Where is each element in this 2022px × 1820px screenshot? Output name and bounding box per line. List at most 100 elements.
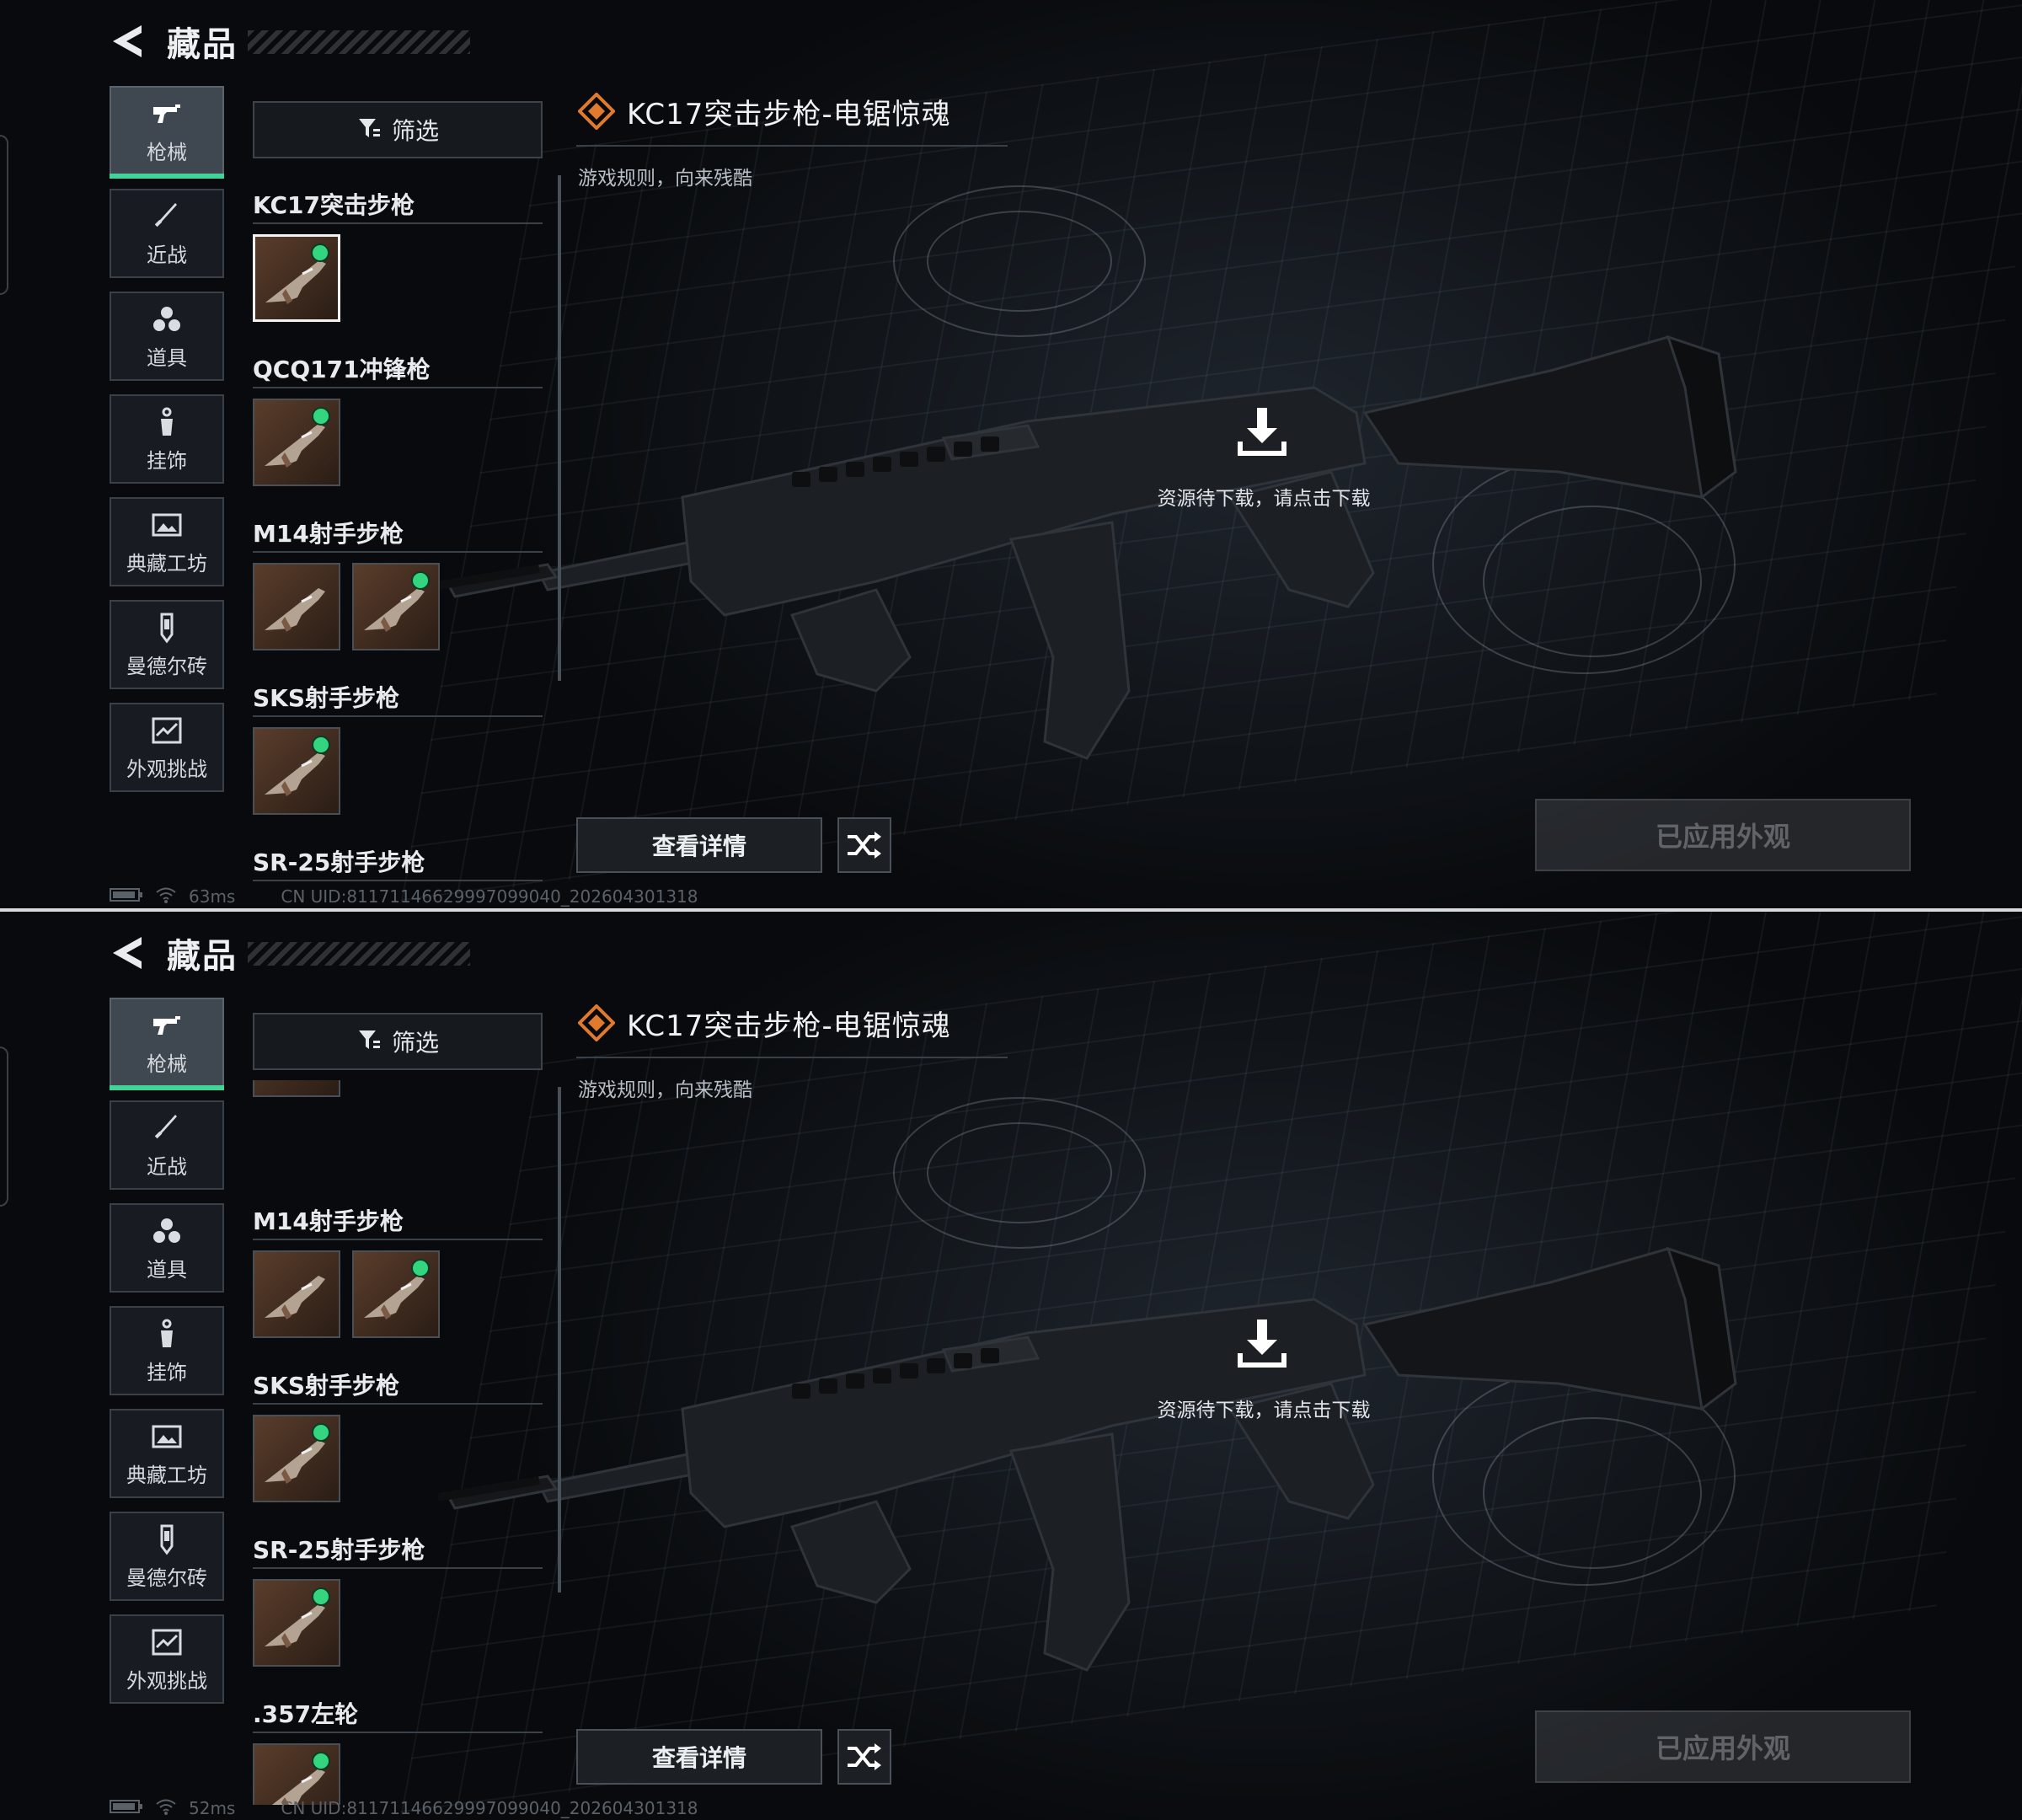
skin-name-underline [576, 145, 1008, 147]
category-label: 近战 [147, 243, 187, 267]
skin-name-underline [576, 1057, 1008, 1058]
skin-subtitle: 游戏规则，向来残酷 [578, 168, 752, 190]
grenades-icon [150, 1214, 184, 1248]
collection-screen-bottom: 藏品枪械近战道具挂饰典藏工坊曼德尔砖外观挑战 筛选 M14射手步枪 SKS射手步枪 SR… [0, 912, 2022, 1820]
page-title: 藏品 [167, 25, 238, 64]
group-divider [253, 1403, 543, 1405]
filter-icon [356, 1027, 382, 1056]
group-divider [253, 1239, 543, 1240]
knife-icon [150, 200, 184, 233]
filter-button[interactable]: 筛选 [253, 101, 543, 158]
group-divider [253, 551, 543, 553]
equipped-indicator [411, 1259, 430, 1277]
category-label: 挂饰 [147, 1360, 187, 1384]
skin-thumbnail[interactable] [253, 1743, 340, 1805]
filter-icon [356, 115, 382, 144]
download-icon[interactable] [1235, 1316, 1289, 1370]
list-scroll-divider [558, 175, 561, 681]
category-tab[interactable]: 道具 [110, 292, 224, 381]
equipped-indicator [312, 1752, 330, 1770]
download-icon[interactable] [1235, 404, 1289, 458]
group-divider [253, 387, 543, 388]
category-tab[interactable]: 道具 [110, 1203, 224, 1293]
status-bar: 63ms CN UID:81171146629997099040_20260430… [110, 886, 698, 907]
group-divider [253, 222, 543, 224]
weapon-preview [437, 1131, 1870, 1737]
skin-thumbnail[interactable] [352, 1250, 440, 1338]
rarity-diamond-icon [577, 1004, 616, 1042]
skin-thumbnail[interactable] [253, 727, 340, 815]
weapon-group-title: SKS射手步枪 [253, 1372, 400, 1400]
download-hint[interactable]: 资源待下载，请点击下载 [1146, 482, 1382, 511]
ping-readout: 63ms [189, 886, 236, 907]
applied-appearance-button: 已应用外观 [1535, 1710, 1911, 1783]
category-label: 道具 [147, 1257, 187, 1282]
side-handle [0, 135, 8, 295]
challenge-icon [150, 1625, 184, 1659]
category-label: 外观挑战 [126, 1668, 207, 1693]
category-label: 挂饰 [147, 448, 187, 473]
group-divider [253, 1732, 543, 1733]
shuffle-button[interactable] [837, 817, 891, 873]
category-tab[interactable]: 曼德尔砖 [110, 600, 224, 689]
charm-icon [150, 405, 184, 439]
category-label: 曼德尔砖 [126, 1566, 207, 1590]
skin-thumbnail[interactable] [253, 399, 340, 486]
shuffle-icon [848, 832, 881, 859]
category-tab[interactable]: 枪械 [110, 86, 224, 179]
view-details-button[interactable]: 查看详情 [576, 817, 822, 873]
filter-button[interactable]: 筛选 [253, 1013, 543, 1070]
weapon-group-title: SR-25射手步枪 [253, 1536, 425, 1564]
category-label: 典藏工坊 [126, 551, 207, 575]
title-stripe [248, 942, 470, 966]
category-tab[interactable]: 外观挑战 [110, 1614, 224, 1704]
weapon-group-title: M14射手步枪 [253, 1207, 404, 1235]
skin-thumbnail[interactable] [253, 234, 340, 322]
skin-thumbnail[interactable] [253, 1579, 340, 1667]
category-tab[interactable]: 枪械 [110, 998, 224, 1090]
applied-appearance-button: 已应用外观 [1535, 799, 1911, 871]
gallery-icon [150, 508, 184, 542]
category-tab[interactable]: 挂饰 [110, 1306, 224, 1395]
category-label: 典藏工坊 [126, 1463, 207, 1487]
category-tab[interactable]: 外观挑战 [110, 703, 224, 792]
page-title: 藏品 [167, 937, 238, 976]
status-bar: 52ms CN UID:81171146629997099040_20260430… [110, 1798, 698, 1818]
skin-thumbnail[interactable] [253, 1080, 340, 1097]
category-tab[interactable]: 近战 [110, 189, 224, 278]
skin-thumbnail[interactable] [253, 563, 340, 650]
category-tab[interactable]: 近战 [110, 1100, 224, 1190]
collection-screen-top: 藏品枪械近战道具挂饰典藏工坊曼德尔砖外观挑战 筛选 KC17突击步枪 QCQ171冲锋… [0, 0, 2022, 908]
category-label: 外观挑战 [126, 757, 207, 781]
filter-label: 筛选 [391, 1029, 439, 1057]
category-tab[interactable]: 典藏工坊 [110, 1409, 224, 1498]
group-divider [253, 880, 543, 881]
weapon-group-title: KC17突击步枪 [253, 191, 415, 219]
skin-thumbnail[interactable] [253, 1415, 340, 1502]
weapon-group-title: QCQ171冲锋枪 [253, 356, 431, 383]
category-tab[interactable]: 曼德尔砖 [110, 1512, 224, 1601]
user-uid: CN UID:81171146629997099040_202604301318 [281, 1798, 698, 1818]
shuffle-button[interactable] [837, 1729, 891, 1785]
weapon-list[interactable]: KC17突击步枪 QCQ171冲锋枪 M14射手步枪 SKS射手步枪 SR-25射手步枪 [253, 169, 548, 893]
equipped-indicator [312, 736, 330, 754]
skin-thumbnail[interactable] [352, 563, 440, 650]
weapon-list[interactable]: M14射手步枪 SKS射手步枪 SR-25射手步枪 .357左轮 [253, 1080, 548, 1805]
side-handle [0, 1046, 8, 1207]
battery-icon [110, 1798, 143, 1818]
back-button[interactable] [108, 22, 155, 61]
download-hint[interactable]: 资源待下载，请点击下载 [1146, 1394, 1382, 1422]
category-tab[interactable]: 典藏工坊 [110, 497, 224, 586]
equipped-indicator [311, 244, 329, 262]
skin-thumbnail[interactable] [253, 1250, 340, 1338]
category-tab[interactable]: 挂饰 [110, 394, 224, 484]
grenades-icon [150, 302, 184, 336]
category-label: 曼德尔砖 [126, 654, 207, 678]
category-label: 道具 [147, 345, 187, 370]
gun-icon [150, 97, 184, 131]
weapon-preview [437, 219, 1870, 826]
category-label: 枪械 [147, 140, 187, 164]
view-details-button[interactable]: 查看详情 [576, 1729, 822, 1785]
back-button[interactable] [108, 934, 155, 972]
gallery-icon [150, 1420, 184, 1453]
